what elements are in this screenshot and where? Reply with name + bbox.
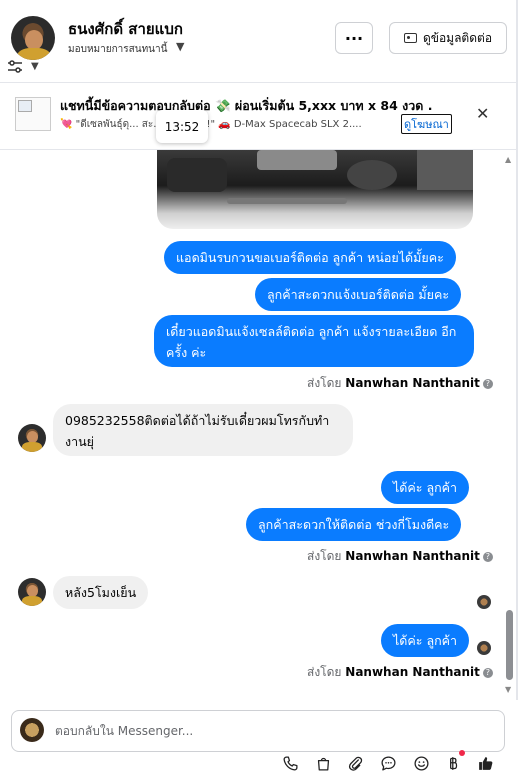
outgoing-message[interactable]: ลูกค้าสะดวกให้ติดต่อ ช่วงกี่โมงดีคะ: [246, 508, 462, 541]
view-contact-button[interactable]: ดูข้อมูลติดต่อ: [389, 22, 507, 54]
smiley-icon[interactable]: [410, 752, 432, 774]
conversation-header: ธนงศักดิ์ สายแบก มอบหมายการสนทนานี้ ▼ ▼ …: [0, 0, 518, 82]
scroll-up-arrow-icon[interactable]: ▲: [505, 155, 511, 164]
contact-name[interactable]: ธนงศักดิ์ สายแบก: [68, 17, 183, 41]
incoming-message[interactable]: หลัง5โมงเย็น: [53, 576, 149, 609]
phone-icon[interactable]: [279, 752, 301, 774]
scroll-down-arrow-icon[interactable]: ▼: [505, 685, 511, 694]
sliders-icon[interactable]: [7, 60, 23, 74]
contact-card-icon: [403, 33, 417, 43]
ad-reply-banner: แชทนี้มีข้อความตอบกลับต่อ 💸 ผ่อนเริ่มต้น…: [0, 82, 518, 150]
outgoing-message[interactable]: ลูกค้าสะดวกแจ้งเบอร์ติดต่อ มั้ยคะ: [255, 278, 462, 311]
reply-input[interactable]: [55, 719, 475, 743]
engine-photo-attachment[interactable]: [157, 150, 473, 229]
notification-dot: [459, 750, 465, 756]
sent-by-label: ส่งโดย Nanwhan Nanthanit?: [307, 547, 493, 566]
paperclip-icon[interactable]: [344, 752, 366, 774]
thumbs-up-icon[interactable]: [474, 752, 496, 774]
ad-thumbnail-image: [15, 97, 51, 131]
incoming-message[interactable]: 0985232558ติดต่อได้ถ้าไม่รับเดี๋ยวผมโทรก…: [53, 404, 353, 456]
outgoing-message[interactable]: แอดมินรบกวนขอเบอร์ติดต่อ ลูกค้า หน่อยได้…: [164, 241, 456, 274]
ad-subtitle: 💘 "ดีเซลพันธุ์ดุ... สะ... ...ค้าดูถูก!" …: [60, 119, 362, 130]
outgoing-message[interactable]: เดี๋ยวแอดมินแจ้งเซลล์ติดต่อ ลูกค้า แจ้งร…: [154, 315, 474, 367]
read-receipt-avatar: [477, 595, 491, 609]
contact-avatar-small[interactable]: [18, 578, 46, 606]
outgoing-message[interactable]: ได้ค่ะ ลูกค้า: [381, 471, 470, 504]
chat-bubble-icon[interactable]: [377, 752, 399, 774]
contact-avatar[interactable]: [11, 16, 55, 60]
page-avatar: [20, 718, 44, 742]
close-icon[interactable]: ✕: [476, 104, 489, 123]
outgoing-message[interactable]: ได้ค่ะ ลูกค้า: [381, 624, 470, 657]
ad-title: แชทนี้มีข้อความตอบกลับต่อ 💸 ผ่อนเริ่มต้น…: [60, 98, 433, 113]
view-ad-link[interactable]: ดูโฆษณา: [401, 114, 452, 134]
sent-by-label: ส่งโดย Nanwhan Nanthanit?: [307, 663, 493, 682]
filter-chevron-down-icon[interactable]: ▼: [31, 61, 39, 72]
read-receipt-avatar: [477, 641, 491, 655]
shopping-bag-icon[interactable]: [312, 752, 334, 774]
scrollbar-thumb[interactable]: [506, 610, 513, 680]
info-icon: ?: [482, 552, 493, 562]
contact-avatar-small[interactable]: [18, 424, 46, 452]
view-contact-label: ดูข้อมูลติดต่อ: [422, 30, 493, 45]
timestamp-tooltip: 13:52: [156, 110, 208, 143]
info-icon: ?: [482, 379, 493, 389]
assign-conversation-label[interactable]: มอบหมายการสนทนานี้: [68, 42, 167, 57]
panel-divider: [516, 0, 518, 784]
assign-chevron-down-icon[interactable]: ▼: [176, 40, 184, 53]
more-options-button[interactable]: ···: [335, 22, 373, 54]
info-icon: ?: [482, 668, 493, 678]
sent-by-label: ส่งโดย Nanwhan Nanthanit?: [307, 374, 493, 393]
